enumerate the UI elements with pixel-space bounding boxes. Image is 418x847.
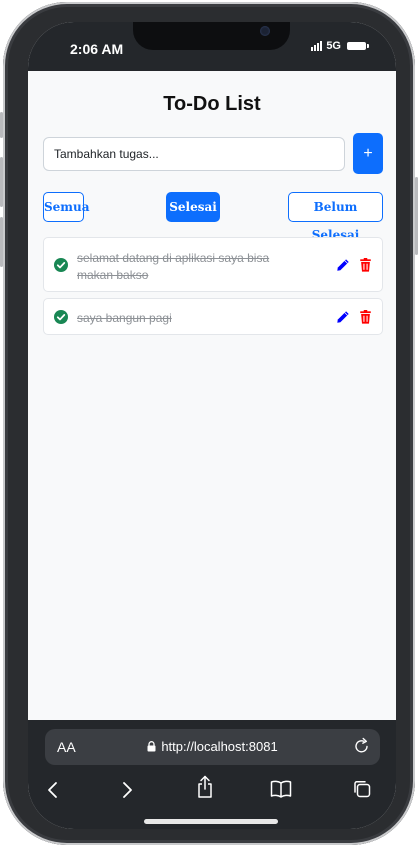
task-input[interactable] — [43, 137, 345, 171]
silent-switch — [0, 112, 3, 138]
filter-all-button[interactable]: Semua — [43, 192, 90, 222]
bookmarks-icon[interactable] — [270, 780, 292, 798]
notch — [133, 22, 290, 50]
status-time: 2:06 AM — [70, 41, 124, 57]
lock-icon — [147, 741, 156, 752]
volume-up-button — [0, 157, 3, 207]
forward-icon[interactable] — [122, 781, 134, 799]
tabs-icon[interactable] — [352, 779, 372, 799]
phone-frame: 2:06 AM 5G To-Do List + Semua Selesai Be… — [0, 2, 418, 845]
todo-text: selamat datang di aplikasi saya bisa mak… — [77, 251, 270, 282]
add-task-button[interactable]: + — [353, 133, 383, 174]
browser-nav — [28, 775, 396, 805]
filter-done-button[interactable]: Selesai — [166, 192, 220, 222]
check-circle-icon[interactable] — [54, 258, 68, 272]
signal-icon — [311, 41, 323, 51]
trash-icon[interactable] — [359, 310, 372, 324]
check-circle-icon[interactable] — [54, 310, 68, 324]
todo-text: saya bangun pagi — [77, 311, 172, 325]
back-icon[interactable] — [46, 781, 58, 799]
url-display[interactable]: http://localhost:8081 — [45, 739, 380, 754]
pencil-icon[interactable] — [336, 310, 350, 324]
home-indicator[interactable] — [144, 819, 278, 824]
url-text: http://localhost:8081 — [161, 739, 278, 754]
trash-icon[interactable] — [359, 258, 372, 272]
todo-item: selamat datang di aplikasi saya bisa mak… — [43, 237, 383, 292]
share-icon[interactable] — [196, 775, 214, 799]
status-bar: 2:06 AM 5G — [28, 22, 396, 71]
reload-icon[interactable] — [354, 737, 370, 755]
filter-undone-button[interactable]: Belum Selesai — [288, 192, 383, 242]
pencil-icon[interactable] — [336, 258, 350, 272]
todo-app: To-Do List + Semua Selesai Belum Selesai… — [28, 71, 396, 720]
battery-icon — [347, 42, 369, 50]
network-label: 5G — [326, 40, 341, 52]
status-indicators: 5G — [311, 40, 369, 52]
todo-item: saya bangun pagi — [43, 298, 383, 335]
page-title: To-Do List — [163, 93, 261, 115]
browser-toolbar: AA http://localhost:8081 — [28, 720, 396, 829]
front-camera — [260, 26, 270, 36]
volume-down-button — [0, 217, 3, 267]
screen: 2:06 AM 5G To-Do List + Semua Selesai Be… — [28, 22, 396, 829]
address-bar[interactable]: AA http://localhost:8081 — [45, 729, 380, 765]
